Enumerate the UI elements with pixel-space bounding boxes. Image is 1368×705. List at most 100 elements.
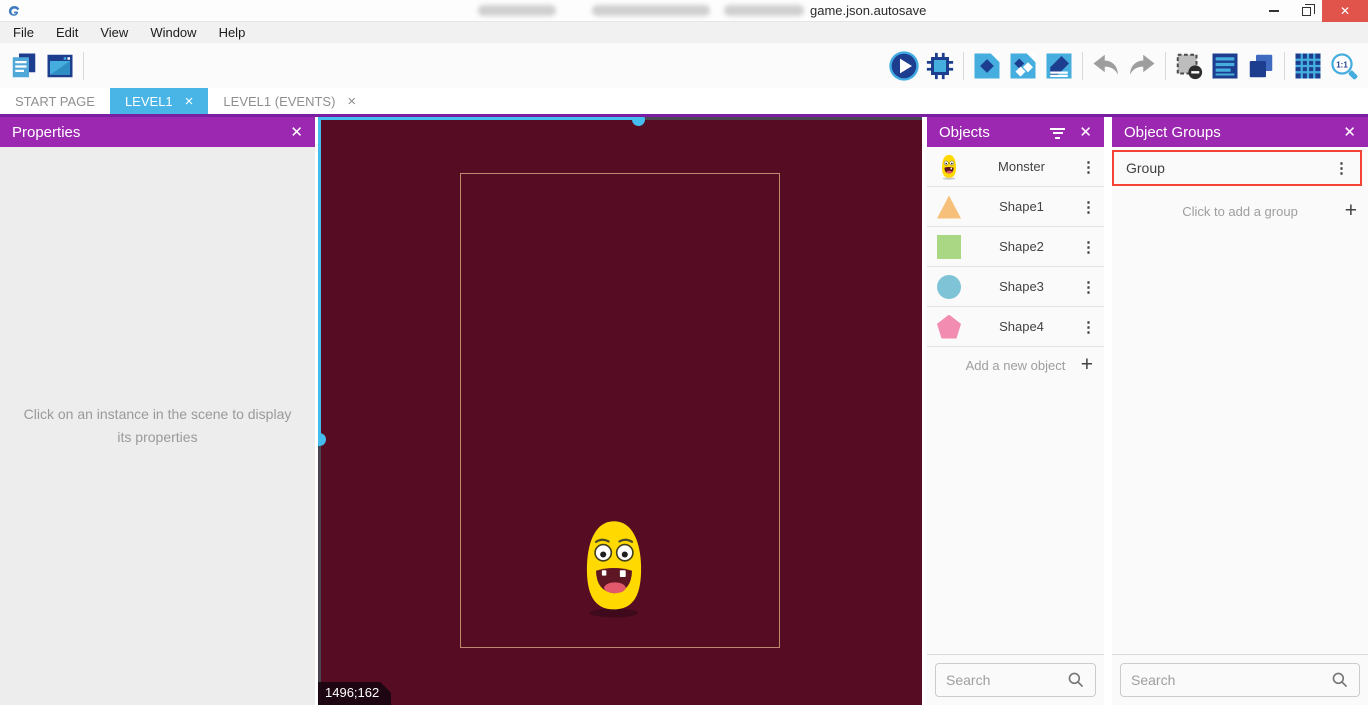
object-row-shape3[interactable]: Shape3 ⋮ [927,267,1104,307]
deselect-mask-icon[interactable] [1171,48,1207,84]
layers-list-icon[interactable] [1207,48,1243,84]
scene-editor-icon[interactable] [42,48,78,84]
toolbar-divider [1165,52,1166,80]
group-menu-icon[interactable]: ⋮ [1334,159,1348,177]
objects-search-box[interactable] [935,663,1096,697]
groups-panel-spacer [1112,228,1368,654]
objects-title: Objects [939,124,990,141]
search-icon [1067,671,1085,689]
objects-header: Objects ✕ [927,117,1104,147]
shape2-thumbnail [936,234,962,260]
objects-panel: Objects ✕ [927,117,1104,705]
tab-level1[interactable]: LEVEL1 × [110,88,208,114]
toolbar: 1:1 [0,43,1368,88]
object-menu-icon[interactable]: ⋮ [1081,158,1095,176]
gdevelop-logo-icon [7,4,21,18]
groups-search-input[interactable] [1131,672,1331,688]
groups-search-box[interactable] [1120,663,1360,697]
object-row-shape2[interactable]: Shape2 ⋮ [927,227,1104,267]
object-groups-panel: Object Groups ✕ Group ⋮ Click to add a g… [1112,117,1368,705]
debug-icon[interactable] [922,48,958,84]
tab-start-page[interactable]: START PAGE [0,88,110,114]
window-controls: ✕ [1258,0,1368,22]
objects-search-row [927,654,1104,705]
pentagon-shape [937,315,961,339]
restore-button[interactable] [1290,0,1322,22]
object-name: Shape2 [962,239,1081,254]
close-icon: ✕ [1340,4,1350,18]
object-row-monster[interactable]: Monster ⋮ [927,147,1104,187]
tab-label: START PAGE [15,94,95,109]
objects-search-input[interactable] [946,672,1067,688]
circle-shape [937,275,961,299]
properties-empty-message: Click on an instance in the scene to dis… [0,403,315,449]
properties-title: Properties [12,124,80,141]
object-name: Shape4 [962,319,1081,334]
objects-panel-spacer [927,383,1104,654]
monster-thumbnail [936,154,962,180]
group-row-highlighted[interactable]: Group ⋮ [1112,150,1362,186]
close-button[interactable]: ✕ [1322,0,1368,22]
scene-border-left [318,439,321,705]
menu-help[interactable]: Help [208,22,257,43]
window-title-text: game.json.autosave [810,3,926,18]
tab-label: LEVEL1 (EVENTS) [223,94,335,109]
shape3-thumbnail [936,274,962,300]
toolbar-divider [963,52,964,80]
object-row-shape4[interactable]: Shape4 ⋮ [927,307,1104,347]
object-name: Shape3 [962,279,1081,294]
object-menu-icon[interactable]: ⋮ [1081,238,1095,256]
object-menu-icon[interactable]: ⋮ [1081,198,1095,216]
menu-view[interactable]: View [89,22,139,43]
object-row-shape1[interactable]: Shape1 ⋮ [927,187,1104,227]
tab-level1-events[interactable]: LEVEL1 (EVENTS) × [208,88,371,114]
cursor-coordinates: 1496;162 [318,682,391,705]
redo-icon[interactable] [1124,48,1160,84]
object-menu-icon[interactable]: ⋮ [1081,278,1095,296]
instances-list-icon[interactable] [1005,48,1041,84]
groups-search-row [1112,654,1368,705]
shape4-thumbnail [936,314,962,340]
tab-label: LEVEL1 [125,94,173,109]
main-area: Properties ✕ Click on an instance in the… [0,117,1368,705]
tab-close-icon[interactable]: × [185,93,194,110]
close-icon[interactable]: ✕ [290,123,303,141]
triangle-shape [937,195,961,219]
guide-handle-left[interactable] [318,433,326,446]
close-icon[interactable]: ✕ [1079,123,1092,141]
plus-icon: + [1081,353,1093,377]
project-manager-icon[interactable] [6,48,42,84]
grid-icon[interactable] [1290,48,1326,84]
layers-icon[interactable] [1243,48,1279,84]
zoom-1-1-icon[interactable]: 1:1 [1326,48,1362,84]
play-icon[interactable] [886,48,922,84]
properties-editor-icon[interactable] [1041,48,1077,84]
close-icon[interactable]: ✕ [1343,123,1356,141]
properties-header: Properties ✕ [0,117,315,147]
menu-edit[interactable]: Edit [45,22,89,43]
add-group-button[interactable]: Click to add a group + [1112,194,1368,228]
properties-body: Click on an instance in the scene to dis… [0,147,315,705]
objects-editor-icon[interactable] [969,48,1005,84]
gdevelop-window: game.json.autosave ✕ File Edit View Wind… [0,0,1368,705]
toolbar-divider [1082,52,1083,80]
object-groups-header: Object Groups ✕ [1112,117,1368,147]
guide-handle-top[interactable] [632,117,645,126]
shape1-thumbnail [936,194,962,220]
tab-close-icon[interactable]: × [347,93,356,110]
menu-file[interactable]: File [2,22,45,43]
title-bar: game.json.autosave ✕ [0,0,1368,22]
scene-canvas[interactable]: 1496;162 [318,117,922,705]
menu-window[interactable]: Window [139,22,207,43]
monster-instance[interactable] [578,517,650,619]
filter-icon[interactable] [1050,126,1065,139]
toolbar-divider [83,52,84,80]
add-object-button[interactable]: Add a new object + [927,347,1104,383]
toolbar-divider [1284,52,1285,80]
minimize-icon [1269,10,1279,12]
redacted-path-segment [478,5,556,16]
object-menu-icon[interactable]: ⋮ [1081,318,1095,336]
svg-text:1:1: 1:1 [1336,60,1348,69]
minimize-button[interactable] [1258,0,1290,22]
undo-icon[interactable] [1088,48,1124,84]
